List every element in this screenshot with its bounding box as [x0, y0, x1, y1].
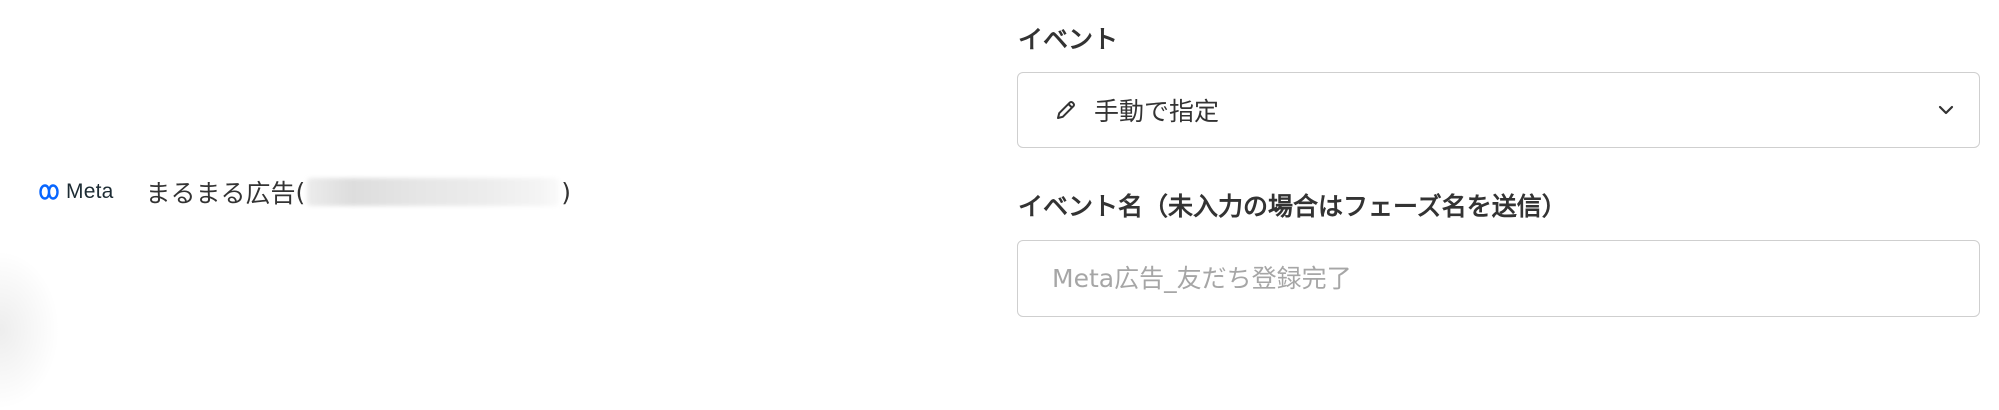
ad-account-row: Meta まるまる広告 ( ): [36, 170, 571, 214]
pencil-icon: [1054, 98, 1078, 122]
meta-infinity-icon: [39, 184, 59, 200]
redacted-account-id: [307, 178, 560, 206]
edge-shadow: [0, 250, 60, 410]
event-name-input[interactable]: [1017, 240, 1980, 317]
ad-account-name: まるまる広告: [145, 179, 296, 208]
event-select-value: 手動で指定: [1094, 97, 1220, 126]
event-select[interactable]: 手動で指定: [1017, 72, 1980, 148]
account-id-paren-close: ): [561, 177, 572, 207]
meta-logo: Meta: [36, 170, 114, 214]
event-name-label: イベント名（未入力の場合はフェーズ名を送信）: [1018, 192, 1567, 221]
account-id-paren-open: (: [295, 177, 306, 207]
meta-logo-text: Meta: [66, 180, 114, 203]
event-label: イベント: [1018, 25, 1119, 54]
chevron-down-icon: [1938, 105, 1954, 115]
